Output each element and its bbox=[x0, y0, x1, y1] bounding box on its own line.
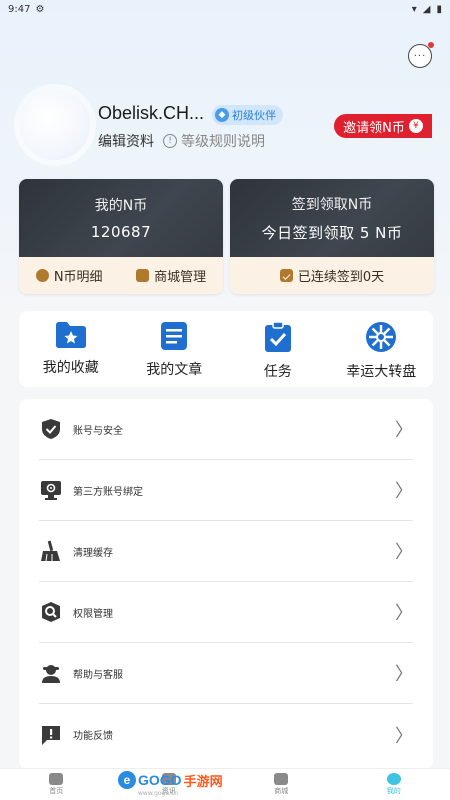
username[interactable]: Obelisk.CH... bbox=[98, 103, 204, 124]
quick-action-label: 任务 bbox=[263, 364, 292, 380]
shop-icon bbox=[274, 773, 289, 785]
watermark-text: GOGO bbox=[138, 772, 182, 788]
menu-item-label: 账号与安全 bbox=[73, 425, 123, 437]
quick-action-label: 我的文章 bbox=[146, 362, 203, 378]
coin-card-title: 我的N币 bbox=[94, 198, 148, 214]
home-icon bbox=[49, 773, 64, 785]
quick-action-articles[interactable]: 我的文章 bbox=[124, 321, 224, 379]
menu-item-label: 清理缓存 bbox=[73, 547, 113, 559]
folder-star-icon bbox=[55, 321, 87, 349]
menu-item-permissions[interactable]: 权限管理 〉 bbox=[39, 582, 413, 643]
menu-item-feedback[interactable]: 功能反馈 〉 bbox=[39, 704, 413, 765]
watermark-sub: 手游网 bbox=[183, 773, 223, 789]
level-rules-link[interactable]: ! 等级规则说明 bbox=[163, 131, 265, 151]
monitor-gear-icon bbox=[39, 478, 63, 502]
shop-manage-button[interactable]: 商城管理 bbox=[136, 266, 206, 285]
menu-item-label: 帮助与客服 bbox=[73, 669, 123, 681]
chevron-right-icon: 〉 bbox=[395, 481, 413, 502]
document-icon bbox=[160, 321, 188, 351]
menu-item-clear-cache[interactable]: 清理缓存 〉 bbox=[39, 521, 413, 582]
quick-action-label: 幸运大转盘 bbox=[346, 364, 417, 380]
chevron-right-icon: 〉 bbox=[395, 725, 413, 747]
tab-label: 首页 bbox=[49, 787, 64, 795]
tab-label: 商城 bbox=[274, 787, 289, 795]
quick-action-tasks[interactable]: 任务 bbox=[228, 321, 328, 381]
quick-action-lucky-wheel[interactable]: 幸运大转盘 bbox=[331, 321, 431, 381]
info-icon: ! bbox=[163, 134, 177, 148]
clipboard-check-icon bbox=[264, 321, 292, 353]
coin-detail-button[interactable]: N币明细 bbox=[35, 266, 103, 285]
invite-button[interactable]: 邀请领N币 ¥ bbox=[334, 114, 432, 138]
checkin-subtitle: 今日签到领取 5 N币 bbox=[261, 223, 403, 242]
menu-item-help-support[interactable]: 帮助与客服 〉 bbox=[39, 643, 413, 704]
checkin-streak-label: 已连续签到0天 bbox=[297, 270, 385, 285]
level-badge[interactable]: ◆ 初级伙伴 bbox=[212, 105, 283, 125]
coin-amount: 120687 bbox=[90, 223, 152, 241]
tab-home[interactable]: 首页 bbox=[16, 773, 96, 796]
quick-action-favorites[interactable]: 我的收藏 bbox=[21, 321, 121, 377]
coin-stack-icon bbox=[35, 269, 49, 282]
chat-bubble-icon: ··· bbox=[413, 50, 427, 62]
quick-action-label: 我的收藏 bbox=[42, 360, 99, 376]
menu-item-third-party-binding[interactable]: 第三方账号绑定 〉 bbox=[39, 460, 413, 521]
settings-menu: 账号与安全 〉 第三方账号绑定 〉 清理缓存 〉 权限管理 〉 帮助与客服 〉 … bbox=[19, 399, 433, 769]
watermark-url: www.gogo.cn bbox=[138, 790, 178, 797]
wifi-icon: ▾ bbox=[411, 3, 417, 15]
edit-profile-link[interactable]: 编辑资料 bbox=[98, 131, 154, 151]
support-agent-icon bbox=[39, 661, 63, 685]
tab-label: 我的 bbox=[386, 787, 401, 795]
menu-item-label: 功能反馈 bbox=[73, 731, 113, 742]
watermark-logo: e GOGO 手游网 bbox=[118, 768, 223, 792]
quick-actions: 我的收藏 我的文章 任务 幸运大转盘 bbox=[19, 311, 433, 387]
coin-balance-area[interactable]: 我的N币 120687 bbox=[19, 179, 223, 257]
shopping-bag-icon bbox=[136, 269, 150, 282]
key-search-icon bbox=[39, 600, 63, 624]
profile-icon bbox=[386, 773, 401, 785]
broom-icon bbox=[39, 539, 63, 563]
status-time: 9:47 bbox=[8, 3, 31, 15]
bottom-tab-bar: 首页 资讯 商城 我的 bbox=[0, 768, 450, 800]
calendar-check-icon bbox=[279, 269, 293, 282]
menu-item-account-security[interactable]: 账号与安全 〉 bbox=[39, 399, 413, 460]
coin-detail-label: N币明细 bbox=[53, 270, 103, 285]
wheel-icon bbox=[365, 321, 397, 353]
avatar[interactable] bbox=[20, 90, 90, 160]
unread-dot bbox=[428, 42, 434, 48]
checkin-card: 签到领取N币 今日签到领取 5 N币 已连续签到0天 bbox=[230, 179, 434, 294]
message-button[interactable]: ··· bbox=[408, 44, 432, 68]
chevron-right-icon: 〉 bbox=[395, 664, 413, 685]
level-icon: ◆ bbox=[215, 108, 229, 122]
checkin-streak: 已连续签到0天 bbox=[279, 266, 385, 285]
battery-icon: ▮ bbox=[436, 3, 442, 15]
level-rules-label: 等级规则说明 bbox=[181, 134, 265, 150]
tab-shop[interactable]: 商城 bbox=[241, 773, 321, 796]
chevron-right-icon: 〉 bbox=[395, 603, 413, 624]
shop-manage-label: 商城管理 bbox=[154, 270, 207, 285]
menu-item-label: 第三方账号绑定 bbox=[73, 486, 143, 498]
feedback-icon bbox=[39, 723, 63, 747]
tab-profile[interactable]: 我的 bbox=[354, 773, 434, 796]
invite-button-label: 邀请领N币 bbox=[343, 120, 405, 136]
shield-check-icon bbox=[39, 417, 63, 441]
chevron-right-icon: 〉 bbox=[395, 420, 413, 441]
level-badge-label: 初级伙伴 bbox=[232, 109, 276, 122]
menu-item-label: 权限管理 bbox=[73, 608, 113, 620]
coin-card: 我的N币 120687 N币明细 商城管理 bbox=[19, 179, 223, 294]
gogo-logo-icon: e bbox=[118, 771, 136, 789]
checkin-button[interactable]: 签到领取N币 今日签到领取 5 N币 bbox=[230, 179, 434, 257]
status-bar: 9:47 ⚙ ▾ ◢ ▮ bbox=[0, 0, 450, 18]
chevron-right-icon: 〉 bbox=[395, 542, 413, 563]
signal-icon: ◢ bbox=[422, 3, 431, 15]
checkin-card-title: 签到领取N币 bbox=[291, 196, 373, 213]
settings-status-icon: ⚙ bbox=[35, 3, 45, 15]
money-bag-icon: ¥ bbox=[408, 119, 423, 133]
